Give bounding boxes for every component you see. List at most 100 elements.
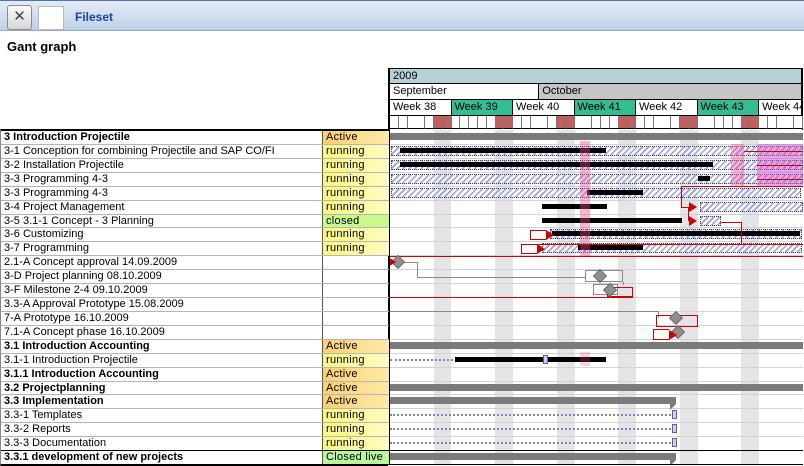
status-badge: Active	[323, 382, 389, 394]
link-line	[623, 282, 624, 285]
task-row[interactable]: 3 Introduction ProjectileActive	[1, 130, 389, 144]
day-cell-weekend	[495, 116, 504, 129]
day-cell	[645, 116, 654, 129]
row-separator	[390, 381, 803, 382]
task-row[interactable]: 3.1 Introduction AccountingActive	[1, 339, 389, 353]
task-row[interactable]: 3-3 Programming 4-3running	[1, 186, 389, 200]
link-arrowhead-icon	[689, 202, 697, 212]
task-row[interactable]: 3-1 Conception for combining Projectile …	[1, 144, 389, 158]
slack-end-marker	[672, 410, 677, 419]
week-header-39: Week 39	[452, 100, 514, 116]
status-badge: Active	[323, 368, 389, 381]
day-cell-weekend	[680, 116, 689, 129]
slack-end-marker	[672, 438, 677, 447]
week-header-43: Week 43	[698, 100, 760, 116]
year-header: 2009	[390, 69, 802, 84]
status-badge: running	[323, 145, 389, 158]
day-cell	[478, 116, 487, 129]
task-name: 3-5 3.1-1 Concept - 3 Planning	[1, 215, 323, 227]
gantt-summary-bar[interactable]	[390, 133, 803, 140]
task-row[interactable]: 3.3.1 development of new projectsClosed …	[1, 450, 389, 464]
link-connector-box	[530, 230, 546, 240]
link-arrowhead-icon	[390, 257, 396, 267]
week-header-44: Week 44	[759, 100, 802, 116]
task-row[interactable]: 3.3 ImplementationActive	[1, 394, 389, 408]
gantt-summary-bar[interactable]	[390, 397, 676, 404]
day-cell	[592, 116, 601, 129]
task-row[interactable]: 3-7 Programmingrunning	[1, 241, 389, 255]
gantt-summary-bar[interactable]	[390, 342, 803, 349]
page-title: Gant graph	[7, 39, 76, 54]
week-header-41: Week 41	[575, 100, 637, 116]
day-cell	[399, 116, 408, 129]
task-name: 3-3 Programming 4-3	[1, 173, 323, 186]
task-name: 7.1-A Concept phase 16.10.2009	[1, 326, 323, 339]
link-line	[417, 277, 585, 278]
task-row[interactable]: 3-D Project planning 08.10.2009	[1, 269, 389, 283]
highlight-overlay	[731, 144, 744, 186]
day-cell-weekend	[741, 116, 750, 129]
task-row[interactable]: 7-A Prototype 16.10.2009	[1, 311, 389, 325]
gantt-progress-bar[interactable]	[400, 162, 713, 167]
status-badge: running	[323, 159, 389, 172]
status-badge: closed	[323, 215, 389, 227]
day-cell	[785, 116, 794, 129]
gantt-progress-bar[interactable]	[400, 148, 606, 153]
day-cell	[662, 116, 671, 129]
gantt-slack-line	[390, 414, 674, 416]
task-row[interactable]: 3-4 Project Managementrunning	[1, 200, 389, 214]
slack-end-marker	[543, 355, 548, 364]
highlight-overlay	[580, 141, 590, 256]
fileset-link[interactable]: Fileset	[75, 10, 113, 24]
task-row[interactable]: 3-5 3.1-1 Concept - 3 Planningclosed	[1, 214, 389, 227]
task-row[interactable]: 3-2 Installation Projectilerunning	[1, 158, 389, 172]
day-cell-weekend	[750, 116, 759, 129]
gantt-task-bar[interactable]	[700, 202, 803, 212]
day-cell	[654, 116, 663, 129]
gantt-progress-bar[interactable]	[542, 218, 682, 223]
status-badge: running	[323, 201, 389, 214]
gantt-application-window: ✕ Fileset Gant graph 2009 SeptemberOctob…	[0, 0, 804, 466]
gantt-progress-bar[interactable]	[698, 176, 710, 181]
task-name: 3-1 Conception for combining Projectile …	[1, 145, 323, 158]
task-row[interactable]: 3.3-1 Templatesrunning	[1, 408, 389, 422]
gantt-summary-bar[interactable]	[390, 453, 676, 460]
status-badge: running	[323, 354, 389, 367]
task-row[interactable]: 7.1-A Concept phase 16.10.2009	[1, 325, 389, 339]
day-cell-weekend	[627, 116, 636, 129]
task-table: 3 Introduction ProjectileActive3-1 Conce…	[0, 129, 388, 466]
close-button[interactable]: ✕	[7, 5, 32, 30]
highlight-overlay	[580, 352, 590, 366]
gantt-chart-area	[390, 130, 803, 464]
task-row[interactable]: 3.3-2 Reportsrunning	[1, 422, 389, 436]
task-row[interactable]: 3.1.1 Introduction AccountingActive	[1, 367, 389, 381]
row-separator	[390, 450, 803, 451]
task-row[interactable]: 3.2 ProjectplanningActive	[1, 381, 389, 394]
gantt-task-bar[interactable]	[700, 216, 721, 226]
day-cell	[698, 116, 707, 129]
link-arrowhead-icon	[689, 216, 697, 226]
task-row[interactable]: 3-3 Programming 4-3running	[1, 172, 389, 186]
day-cell	[390, 116, 399, 129]
task-row[interactable]: 3.3-A Approval Prototype 15.08.2009	[1, 297, 389, 311]
month-header-october: October	[539, 84, 802, 100]
fileset-checkbox[interactable]	[38, 6, 64, 30]
link-line	[681, 186, 803, 187]
task-row[interactable]: 3.3-3 Documentationrunning	[1, 436, 389, 450]
task-row[interactable]: 3-F Milestone 2-4 09.10.2009	[1, 283, 389, 297]
task-row[interactable]: 3.1-1 Introduction Projectilerunning	[1, 353, 389, 367]
slack-end-marker	[672, 424, 677, 433]
gantt-summary-bar[interactable]	[390, 384, 803, 391]
task-name: 3-3 Programming 4-3	[1, 187, 323, 200]
status-badge	[323, 256, 389, 269]
task-row[interactable]: 3-6 Customizingrunning	[1, 227, 389, 241]
task-name: 3.1 Introduction Accounting	[1, 340, 323, 353]
status-badge: running	[323, 423, 389, 436]
task-row[interactable]: 2.1-A Concept approval 14.09.2009	[1, 255, 389, 269]
status-badge: Closed live	[323, 451, 389, 464]
task-name: 3.3-2 Reports	[1, 423, 323, 436]
gantt-progress-bar[interactable]	[587, 190, 643, 195]
gantt-progress-bar[interactable]	[542, 204, 607, 209]
day-cell	[610, 116, 619, 129]
day-cell	[513, 116, 522, 129]
